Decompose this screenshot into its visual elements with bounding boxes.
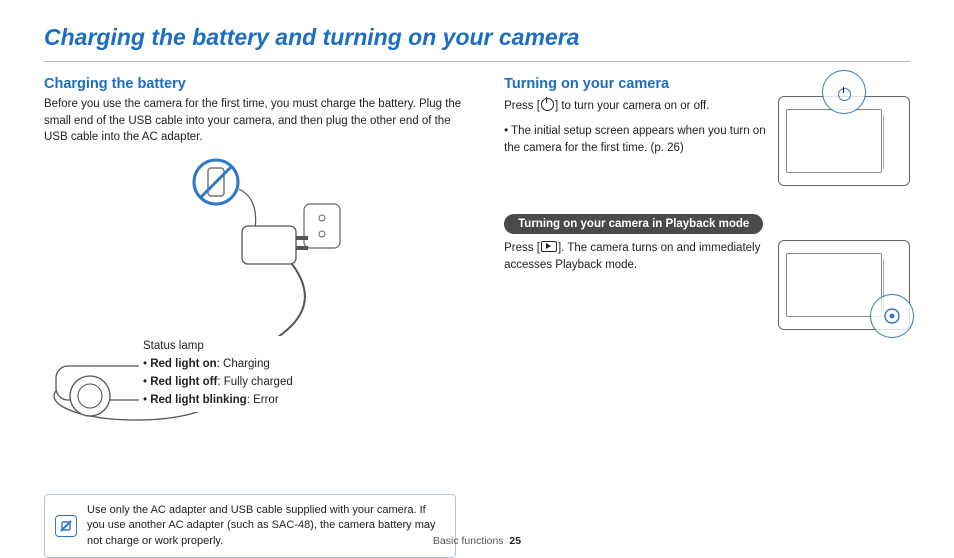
footer-page-number: 25 bbox=[509, 535, 521, 547]
charging-intro: Before you use the camera for the first … bbox=[44, 96, 470, 146]
divider bbox=[44, 61, 910, 62]
playback-button-callout bbox=[870, 294, 914, 338]
press-playback-text: Press []. The camera turns on and immedi… bbox=[504, 240, 768, 273]
status-item: Red light off: Fully charged bbox=[143, 374, 293, 392]
press-power-text: Press [] to turn your camera on or off. bbox=[504, 96, 768, 115]
status-lamp-title: Status lamp bbox=[143, 338, 293, 355]
note-icon bbox=[55, 515, 77, 537]
turning-on-bullets: The initial setup screen appears when yo… bbox=[504, 123, 768, 159]
page-footer: Basic functions 25 bbox=[0, 535, 954, 547]
page-title: Charging the battery and turning on your… bbox=[44, 24, 910, 51]
bullet-initial-setup: The initial setup screen appears when yo… bbox=[504, 123, 768, 159]
playback-mode-pill: Turning on your camera in Playback mode bbox=[504, 214, 763, 234]
charging-heading: Charging the battery bbox=[44, 76, 470, 92]
power-icon bbox=[541, 98, 554, 111]
playback-icon bbox=[541, 241, 557, 252]
status-item: Red light blinking: Error bbox=[143, 392, 293, 410]
status-lamp-list: Red light on: Charging Red light off: Fu… bbox=[143, 356, 293, 409]
status-item: Red light on: Charging bbox=[143, 356, 293, 374]
status-lamp-block: Status lamp Red light on: Charging Red l… bbox=[139, 336, 297, 412]
footer-section: Basic functions bbox=[433, 535, 504, 547]
right-column: Turning on your camera Press [] to turn … bbox=[504, 76, 910, 558]
power-button-callout bbox=[822, 70, 866, 114]
left-column: Charging the battery Before you use the … bbox=[44, 76, 470, 558]
note-box: Use only the AC adapter and USB cable su… bbox=[44, 494, 456, 558]
